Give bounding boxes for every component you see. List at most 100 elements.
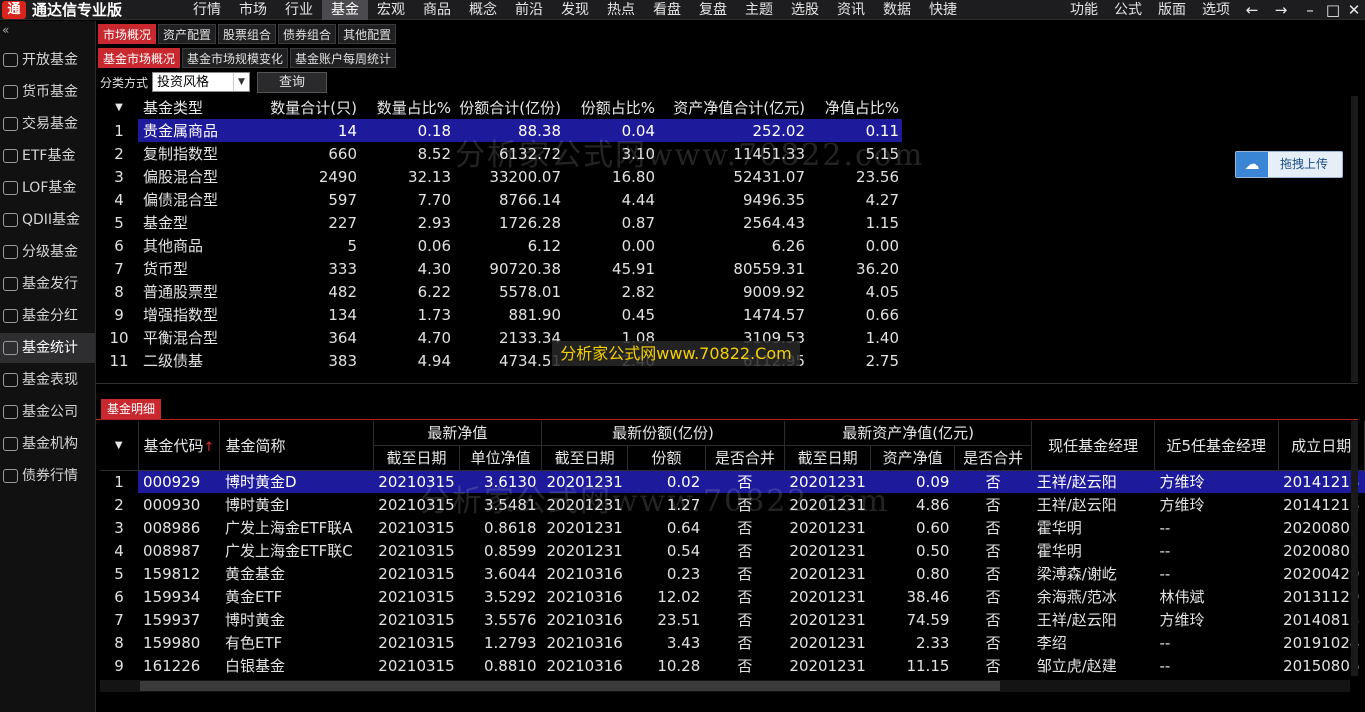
summary-table-row[interactable]: 3 偏股混合型 2490 32.13 33200.07 16.80 52431.07 23.5… — [100, 165, 902, 188]
panel-splitter[interactable] — [96, 383, 1358, 397]
summary-table-row[interactable]: 1 贵金属商品 14 0.18 88.38 0.04 252.02 0.11 — [100, 119, 902, 142]
tab-secondary-1[interactable]: 基金市场规模变化 — [182, 48, 289, 68]
summary-table-row[interactable]: 5 基金型 227 2.93 1726.28 0.87 2564.43 1.15 — [100, 211, 902, 234]
horizontal-scrollbar[interactable] — [100, 680, 1350, 692]
detail-column-header[interactable]: 截至日期 — [784, 445, 872, 471]
scrollbar-thumb[interactable] — [140, 681, 1000, 691]
sidebar-item-1[interactable]: 货币基金 — [0, 77, 95, 107]
summary-cell: 4 — [114, 190, 124, 209]
menu-item-12[interactable]: 主题 — [736, 0, 782, 20]
detail-table-row[interactable]: 8 159980 有色ETF 20210315 1.2793 20210316 3.43 否 2… — [100, 631, 1365, 654]
right-menu-item-1[interactable]: 公式 — [1106, 0, 1150, 20]
detail-table-row[interactable]: 1 000929 博时黄金D 20210315 3.6130 20201231 0.02 否 2… — [100, 470, 1365, 493]
detail-cell: 20210316 — [546, 633, 623, 652]
detail-table-row[interactable]: 6 159934 黄金ETF 20210315 3.5292 20210316 12.02 否… — [100, 585, 1365, 608]
sidebar-item-9[interactable]: 基金统计 — [0, 333, 95, 363]
sort-toggle-icon[interactable]: ▼ — [100, 96, 138, 119]
tab-primary-3[interactable]: 债券组合 — [278, 24, 337, 44]
sidebar-item-13[interactable]: 债券行情 — [0, 461, 95, 491]
sidebar-item-5[interactable]: QDII基金 — [0, 205, 95, 235]
detail-cell: 74.59 — [906, 610, 950, 629]
menu-item-3[interactable]: 基金 — [322, 0, 368, 20]
tab-primary-4[interactable]: 其他配置 — [338, 24, 397, 44]
detail-column-header[interactable]: 近5任基金经理 — [1154, 421, 1279, 471]
sort-toggle-icon[interactable]: ▼ — [100, 421, 139, 471]
detail-table-row[interactable]: 9 161226 白银基金 20210315 0.8810 20210316 10.28 否 2… — [100, 654, 1365, 677]
sidebar-item-3[interactable]: ETF基金 — [0, 141, 95, 171]
detail-column-header[interactable]: 基金代码↑ — [138, 421, 221, 471]
tab-secondary-2[interactable]: 基金账户每周统计 — [290, 48, 397, 68]
detail-cell: 9 — [114, 656, 124, 675]
close-icon[interactable]: ✕ — [1343, 0, 1365, 20]
menu-item-7[interactable]: 前沿 — [506, 0, 552, 20]
tab-primary-0[interactable]: 市场概况 — [98, 24, 157, 44]
summary-table-row[interactable]: 4 偏债混合型 597 7.70 8766.14 4.44 9496.35 4.27 — [100, 188, 902, 211]
query-button[interactable]: 查询 — [257, 72, 327, 93]
detail-column-header[interactable]: 截至日期 — [373, 445, 461, 471]
detail-column-header[interactable]: 是否合并 — [954, 445, 1033, 471]
detail-table-row[interactable]: 3 008986 广发上海金ETF联A 20210315 0.8618 20201231 0… — [100, 516, 1365, 539]
detail-table-row[interactable]: 7 159937 博时黄金 20210315 3.5576 20210316 23.51 否 2… — [100, 608, 1365, 631]
forward-arrow-icon[interactable]: → — [1270, 0, 1292, 20]
restore-icon[interactable]: □ — [1322, 0, 1344, 20]
summary-scrollbar[interactable] — [1351, 96, 1358, 382]
detail-cell: 3.5481 — [484, 495, 537, 514]
detail-table-row[interactable]: 5 159812 黄金基金 20210315 3.6044 20210316 0.23 否 20… — [100, 562, 1365, 585]
right-menu-item-2[interactable]: 版面 — [1150, 0, 1194, 20]
minimize-icon[interactable]: – — [1299, 0, 1321, 20]
detail-column-header[interactable]: 现任基金经理 — [1031, 421, 1155, 471]
sidebar-item-7[interactable]: 基金发行 — [0, 269, 95, 299]
menu-item-1[interactable]: 市场 — [230, 0, 276, 20]
detail-table-row[interactable]: 2 000930 博时黄金I 20210315 3.5481 20201231 1.27 否 2… — [100, 493, 1365, 516]
summary-column-header: 份额占比% — [580, 99, 655, 117]
sidebar-item-10[interactable]: 基金表现 — [0, 365, 95, 395]
detail-cell: 3.43 — [666, 633, 701, 652]
sidebar-item-2[interactable]: 交易基金 — [0, 109, 95, 139]
menu-item-6[interactable]: 概念 — [460, 0, 506, 20]
summary-table-row[interactable]: 8 普通股票型 482 6.22 5578.01 2.82 9009.92 4.05 — [100, 280, 902, 303]
right-menu-item-0[interactable]: 功能 — [1062, 0, 1106, 20]
summary-cell: 11 — [109, 351, 129, 370]
sidebar-item-6[interactable]: 分级基金 — [0, 237, 95, 267]
classification-select[interactable]: 投资风格 ▼ — [152, 72, 250, 92]
menu-item-4[interactable]: 宏观 — [368, 0, 414, 20]
menu-item-9[interactable]: 热点 — [598, 0, 644, 20]
summary-table-row[interactable]: 2 复制指数型 660 8.52 6132.72 3.10 11451.33 5.15 — [100, 142, 902, 165]
sidebar-item-0[interactable]: 开放基金 — [0, 45, 95, 75]
detail-scrollbar[interactable] — [1351, 421, 1358, 676]
detail-column-header[interactable]: 资产净值 — [870, 445, 955, 471]
summary-table-row[interactable]: 6 其他商品 5 0.06 6.12 0.00 6.26 0.00 — [100, 234, 902, 257]
menu-item-15[interactable]: 数据 — [874, 0, 920, 20]
sidebar-item-11[interactable]: 基金公司 — [0, 397, 95, 427]
menu-item-0[interactable]: 行情 — [184, 0, 230, 20]
tab-secondary-0[interactable]: 基金市场概况 — [98, 48, 181, 68]
detail-column-header[interactable]: 份额 — [627, 445, 706, 471]
back-arrow-icon[interactable]: ← — [1241, 0, 1263, 20]
sidebar-item-4[interactable]: LOF基金 — [0, 173, 95, 203]
summary-cell: 32.13 — [408, 167, 451, 186]
sidebar-item-12[interactable]: 基金机构 — [0, 429, 95, 459]
menu-item-5[interactable]: 商品 — [414, 0, 460, 20]
summary-table-row[interactable]: 9 增强指数型 134 1.73 881.90 0.45 1474.57 0.66 — [100, 303, 902, 326]
menu-item-14[interactable]: 资讯 — [828, 0, 874, 20]
tab-fund-detail[interactable]: 基金明细 — [101, 399, 162, 419]
drag-upload-button[interactable]: ☁ 拖拽上传 — [1235, 151, 1343, 178]
menu-item-13[interactable]: 选股 — [782, 0, 828, 20]
tab-primary-2[interactable]: 股票组合 — [218, 24, 277, 44]
menu-item-11[interactable]: 复盘 — [690, 0, 736, 20]
detail-table-row[interactable]: 4 008987 广发上海金ETF联C 20210315 0.8599 20201231 0… — [100, 539, 1365, 562]
menu-item-16[interactable]: 快捷 — [920, 0, 966, 20]
menu-item-2[interactable]: 行业 — [276, 0, 322, 20]
detail-column-header[interactable]: 是否合并 — [705, 445, 785, 471]
menu-item-8[interactable]: 发现 — [552, 0, 598, 20]
summary-column-header: 基金类型 — [143, 99, 204, 117]
detail-column-header[interactable]: 截至日期 — [541, 445, 629, 471]
tab-primary-1[interactable]: 资产配置 — [158, 24, 217, 44]
menu-item-10[interactable]: 看盘 — [644, 0, 690, 20]
summary-table-row[interactable]: 7 货币型 333 4.30 90720.38 45.91 80559.31 36.20 — [100, 257, 902, 280]
sidebar-item-8[interactable]: 基金分红 — [0, 301, 95, 331]
collapse-sidebar-icon[interactable]: « — [2, 23, 9, 37]
detail-column-header[interactable]: 单位净值 — [459, 445, 542, 471]
right-menu-item-3[interactable]: 选项 — [1194, 0, 1238, 20]
detail-column-header[interactable]: 基金简称 — [219, 421, 374, 471]
